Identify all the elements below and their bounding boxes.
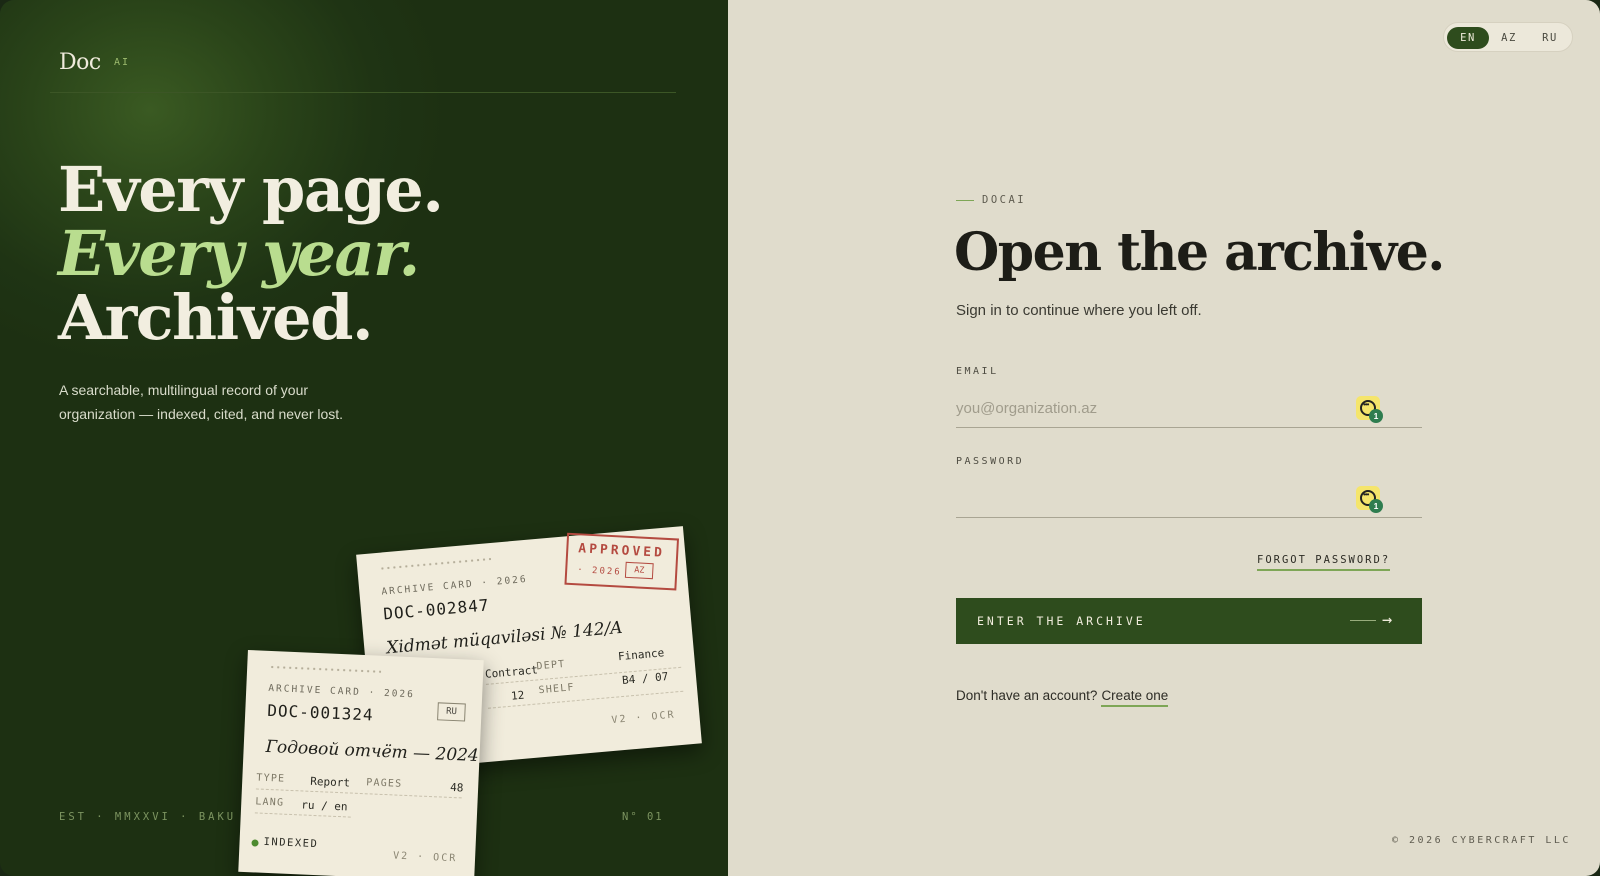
enter-archive-button[interactable]: ENTER THE ARCHIVE →	[956, 598, 1422, 644]
card-type-value: Report	[310, 774, 351, 790]
password-manager-badge: 1	[1369, 409, 1383, 423]
card-perforation	[379, 556, 492, 571]
card-type-value: Contract	[484, 663, 539, 681]
lang-option-en[interactable]: EN	[1447, 27, 1489, 49]
arrow-right-icon: →	[1382, 610, 1393, 630]
footer-number: N° 01	[622, 811, 664, 823]
card-row-divider	[254, 812, 351, 818]
card-lang-badge: RU	[437, 702, 466, 722]
card-pages-value: 12	[510, 688, 525, 703]
signup-prompt: Don't have an account? Create one	[956, 688, 1169, 707]
card-pages-value: 48	[449, 780, 464, 795]
headline-line-1: Every page.	[58, 153, 444, 226]
card-doc-id: DOC-001324	[266, 700, 374, 725]
kicker-dash	[956, 199, 974, 201]
card-perforation	[269, 664, 382, 674]
card-version: V2 · OCR	[392, 850, 458, 865]
card-type-label: TYPE	[256, 772, 286, 785]
forgot-password-link[interactable]: FORGOT PASSWORD?	[1257, 554, 1391, 571]
signup-text: Don't have an account?	[956, 688, 1098, 703]
card-kicker: ARCHIVE CARD · 2026	[381, 573, 529, 598]
password-manager-icon[interactable]: 1	[1356, 396, 1383, 423]
lang-option-az[interactable]: AZ	[1488, 27, 1530, 49]
card-pages-label: PAGES	[366, 777, 403, 790]
card-row-divider	[255, 788, 462, 799]
page-title: Open the archive.	[954, 222, 1445, 283]
brand-suffix: AI	[114, 57, 131, 68]
hero-headline: Every page. Every year. Archived.	[58, 153, 444, 354]
hero-panel: Doc AI Every page. Every year. Archived.…	[0, 0, 728, 876]
footer-est: EST · MMXXVI · BAKU	[59, 811, 237, 823]
stamp-text: APPROVED	[577, 541, 666, 561]
email-label: EMAIL	[956, 366, 999, 377]
card-title: Xidmət müqaviləsi № 142/A	[385, 617, 624, 659]
brand-logo: Doc	[59, 50, 101, 75]
email-field[interactable]	[956, 390, 1422, 428]
card-kicker: ARCHIVE CARD · 2026	[268, 682, 416, 701]
stamp-year: · 2026	[576, 565, 622, 578]
language-toggle: EN AZ RU	[1443, 22, 1573, 52]
password-manager-badge: 1	[1369, 499, 1383, 513]
form-kicker: DOCAI	[956, 194, 1026, 206]
create-account-link[interactable]: Create one	[1101, 688, 1169, 707]
page-subtitle: Sign in to continue where you left off.	[956, 302, 1202, 319]
status-dot	[251, 839, 259, 847]
password-field[interactable]	[956, 480, 1422, 518]
header-divider	[50, 92, 676, 93]
hero-tagline: A searchable, multilingual record of you…	[59, 382, 344, 422]
card-dept-label: DEPT	[536, 658, 566, 673]
card-shelf-value: B4 / 07	[621, 669, 669, 687]
headline-line-2: Every year.	[58, 217, 420, 290]
lang-option-ru[interactable]: RU	[1529, 27, 1571, 49]
copyright: © 2026 CYBERCRAFT LLC	[1392, 835, 1571, 846]
password-manager-icon[interactable]: 1	[1356, 486, 1383, 513]
arrow-line	[1350, 620, 1376, 621]
card-dept-value: Finance	[617, 646, 665, 664]
card-lang-label: LANG	[255, 796, 285, 809]
card-title: Годовой отчёт — 2024	[265, 736, 480, 767]
login-panel: EN AZ RU DOCAI Open the archive. Sign in…	[728, 0, 1600, 876]
kicker-text: DOCAI	[982, 194, 1027, 206]
submit-label: ENTER THE ARCHIVE	[977, 614, 1146, 628]
stamp-lang: AZ	[624, 561, 654, 580]
card-shelf-label: SHELF	[538, 682, 576, 697]
approved-stamp: APPROVED · 2026 AZ	[564, 532, 680, 591]
card-doc-id: DOC-002847	[382, 595, 491, 624]
headline-line-3: Archived.	[58, 281, 374, 354]
password-label: PASSWORD	[956, 456, 1025, 467]
card-lang-value: ru / en	[300, 798, 348, 814]
app-window: Doc AI Every page. Every year. Archived.…	[0, 0, 1600, 876]
archive-card-front: ARCHIVE CARD · 2026 RU DOC-001324 Годово…	[238, 649, 484, 876]
card-version: V2 · OCR	[611, 709, 676, 727]
card-status: INDEXED	[263, 835, 319, 851]
